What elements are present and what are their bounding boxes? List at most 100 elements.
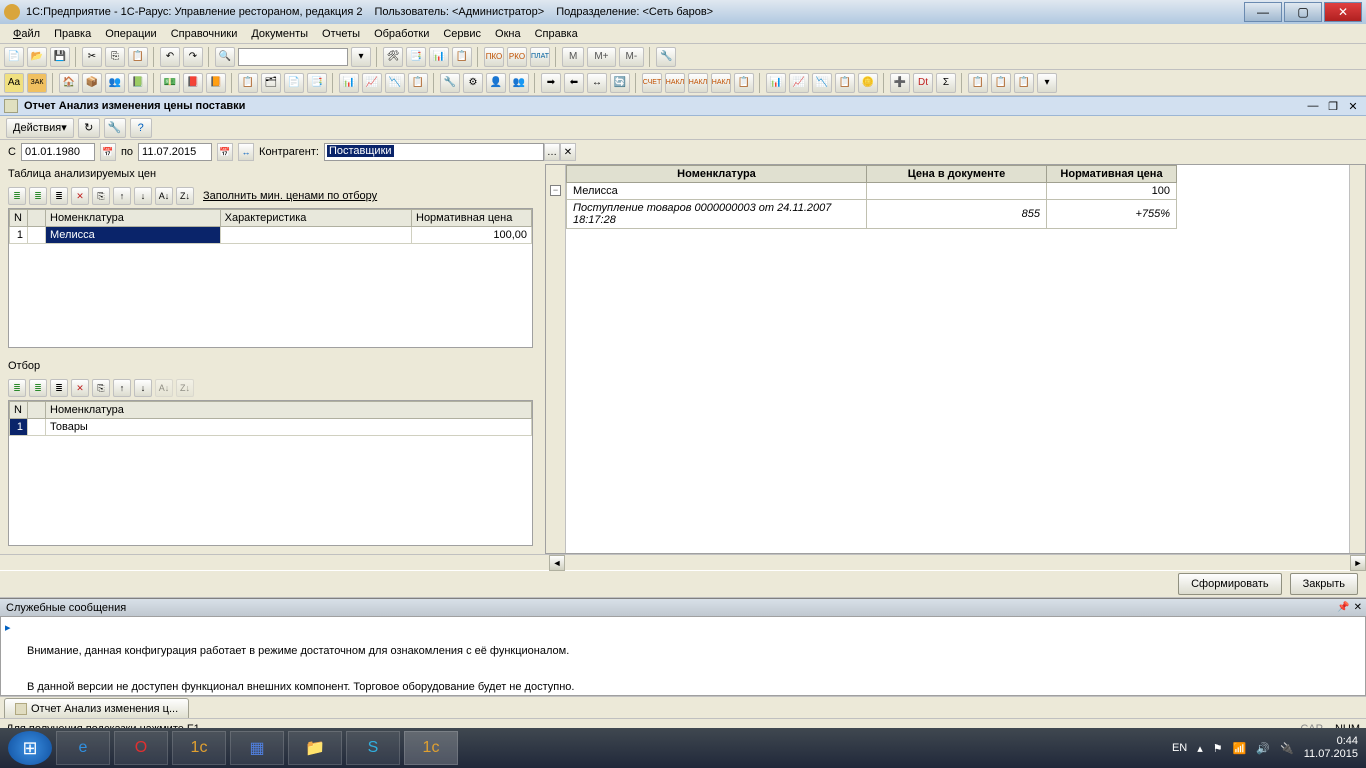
- move-up-icon[interactable]: ↑: [113, 187, 131, 205]
- sort-desc-icon[interactable]: Z↓: [176, 379, 194, 397]
- open-icon[interactable]: 📂: [27, 47, 47, 67]
- tb2-icon[interactable]: 📋: [968, 73, 988, 93]
- tray-icon[interactable]: ▴: [1197, 742, 1203, 755]
- tb2-icon[interactable]: 📋: [238, 73, 258, 93]
- menu-documents[interactable]: Документы: [244, 26, 315, 42]
- doc-close[interactable]: ✕: [1344, 99, 1362, 113]
- tb2-icon[interactable]: 📗: [128, 73, 148, 93]
- dropdown-icon[interactable]: ▾: [351, 47, 371, 67]
- m-plus-button[interactable]: М+: [587, 47, 615, 67]
- m-minus-button[interactable]: М-: [619, 47, 645, 67]
- tb2-icon[interactable]: 📊: [339, 73, 359, 93]
- undo-icon[interactable]: ↶: [160, 47, 180, 67]
- taskbar-app[interactable]: ▦: [230, 731, 284, 765]
- taskbar-clock[interactable]: 0:44 11.07.2015: [1304, 735, 1358, 761]
- wrench-icon[interactable]: 🔧: [656, 47, 676, 67]
- save-icon[interactable]: 💾: [50, 47, 70, 67]
- maximize-button[interactable]: ▢: [1284, 2, 1322, 22]
- tb2-icon[interactable]: ЗАК: [27, 73, 47, 93]
- tb2-icon[interactable]: 🏠: [59, 73, 79, 93]
- search-input[interactable]: [238, 48, 348, 66]
- calendar-icon[interactable]: 📅: [217, 143, 233, 161]
- taskbar-1c-active[interactable]: 1c: [404, 731, 458, 765]
- table-row[interactable]: 1 Товары: [10, 419, 532, 436]
- menu-windows[interactable]: Окна: [488, 26, 528, 42]
- tb2-icon[interactable]: 📑: [307, 73, 327, 93]
- copy-row-icon[interactable]: ⎘: [92, 379, 110, 397]
- tree-collapse-icon[interactable]: −: [550, 185, 561, 196]
- clear-icon[interactable]: ✕: [560, 143, 576, 161]
- m-button[interactable]: М: [562, 47, 584, 67]
- period-select-icon[interactable]: ↔: [238, 143, 254, 161]
- tb2-icon[interactable]: 👥: [105, 73, 125, 93]
- table-row[interactable]: 1 Мелисса 100,00: [10, 227, 532, 244]
- lang-indicator[interactable]: EN: [1172, 742, 1187, 754]
- tb2-icon[interactable]: 📋: [1014, 73, 1034, 93]
- tb2-icon[interactable]: 📈: [362, 73, 382, 93]
- close-button[interactable]: ✕: [1324, 2, 1362, 22]
- tray-icon[interactable]: 📶: [1233, 742, 1247, 755]
- redo-icon[interactable]: ↷: [183, 47, 203, 67]
- new-icon[interactable]: 📄: [4, 47, 24, 67]
- tb2-icon[interactable]: ➕: [890, 73, 910, 93]
- refresh-icon[interactable]: ↻: [78, 118, 100, 138]
- scroll-right-icon[interactable]: ►: [1350, 555, 1366, 571]
- taskbar-explorer[interactable]: 📁: [288, 731, 342, 765]
- scroll-left-icon[interactable]: ◄: [549, 555, 565, 571]
- table1-grid[interactable]: N Номенклатура Характеристика Нормативна…: [8, 208, 533, 348]
- copy-row-icon[interactable]: ⎘: [92, 187, 110, 205]
- tb2-icon[interactable]: 📊: [766, 73, 786, 93]
- menu-directories[interactable]: Справочники: [164, 26, 245, 42]
- find-icon[interactable]: 🔍: [215, 47, 235, 67]
- table-row[interactable]: Поступление товаров 0000000003 от 24.11.…: [567, 200, 1177, 229]
- tb2-icon[interactable]: 📦: [82, 73, 102, 93]
- table2-grid[interactable]: N Номенклатура 1 Товары: [8, 400, 533, 546]
- pin-icon[interactable]: 📌: [1337, 602, 1349, 613]
- tray-icon[interactable]: 🔊: [1256, 742, 1270, 755]
- nakl-icon[interactable]: НАКЛ: [665, 73, 685, 93]
- tb2-icon[interactable]: 🪙: [858, 73, 878, 93]
- add-row-icon[interactable]: ≣: [8, 187, 26, 205]
- edit-row-icon[interactable]: ≣: [50, 187, 68, 205]
- help-icon[interactable]: ?: [130, 118, 152, 138]
- vertical-scrollbar[interactable]: [1349, 165, 1365, 553]
- result-grid[interactable]: Номенклатура Цена в документе Нормативна…: [566, 165, 1365, 553]
- close-dialog-button[interactable]: Закрыть: [1290, 573, 1358, 595]
- horizontal-scrollbar[interactable]: ◄ ►: [0, 554, 1366, 570]
- menu-service[interactable]: Сервис: [436, 26, 488, 42]
- nakl-icon[interactable]: НАКЛ: [711, 73, 731, 93]
- tb2-icon[interactable]: 📕: [183, 73, 203, 93]
- menu-processing[interactable]: Обработки: [367, 26, 436, 42]
- sort-asc-icon[interactable]: A↓: [155, 379, 173, 397]
- cut-icon[interactable]: ✂: [82, 47, 102, 67]
- tb2-icon[interactable]: 👥: [509, 73, 529, 93]
- taskbar-skype[interactable]: S: [346, 731, 400, 765]
- insert-row-icon[interactable]: ≣: [29, 379, 47, 397]
- rko-icon[interactable]: РКО: [507, 47, 527, 67]
- tb2-icon[interactable]: 📉: [385, 73, 405, 93]
- calendar-icon[interactable]: 📅: [100, 143, 116, 161]
- edit-row-icon[interactable]: ≣: [50, 379, 68, 397]
- tb2-icon[interactable]: ➡: [541, 73, 561, 93]
- doc-minimize[interactable]: —: [1304, 99, 1322, 113]
- insert-row-icon[interactable]: ≣: [29, 187, 47, 205]
- delete-row-icon[interactable]: ✕: [71, 187, 89, 205]
- tb2-icon[interactable]: 📋: [734, 73, 754, 93]
- tb2-icon[interactable]: 📋: [408, 73, 428, 93]
- start-button[interactable]: ⊞: [8, 731, 52, 765]
- tb2-icon[interactable]: 📋: [835, 73, 855, 93]
- tb2-icon[interactable]: ▾: [1037, 73, 1057, 93]
- add-row-icon[interactable]: ≣: [8, 379, 26, 397]
- tb2-icon[interactable]: ⚙: [463, 73, 483, 93]
- tool-icon[interactable]: 📊: [429, 47, 449, 67]
- tool-icon[interactable]: 📑: [406, 47, 426, 67]
- taskbar-ie[interactable]: e: [56, 731, 110, 765]
- doc-restore[interactable]: ❐: [1324, 99, 1342, 113]
- tb2-icon[interactable]: 📈: [789, 73, 809, 93]
- tb2-icon[interactable]: Dt: [913, 73, 933, 93]
- tb2-icon[interactable]: Σ: [936, 73, 956, 93]
- tb2-icon[interactable]: 🗂: [261, 73, 281, 93]
- tb2-icon[interactable]: 📉: [812, 73, 832, 93]
- tb2-icon[interactable]: 👤: [486, 73, 506, 93]
- move-down-icon[interactable]: ↓: [134, 187, 152, 205]
